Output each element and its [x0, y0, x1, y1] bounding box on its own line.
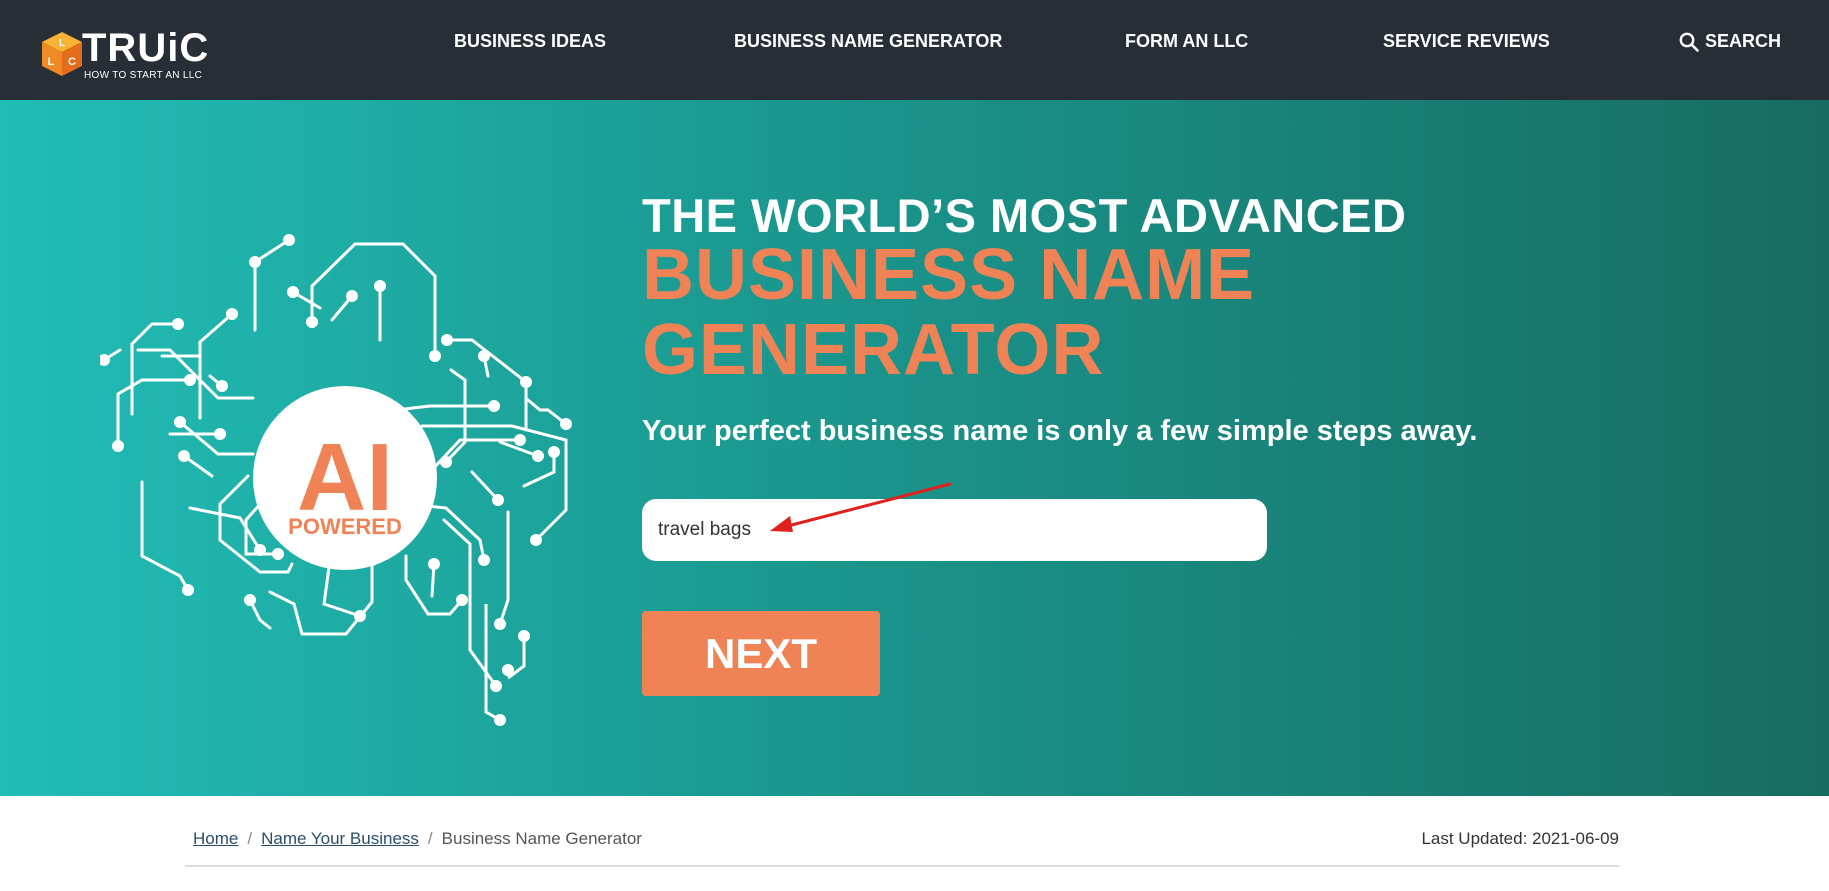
truic-logo[interactable]: L L C TRUiC HOW TO START AN LLC — [40, 24, 220, 82]
nav-search[interactable]: SEARCH — [1679, 31, 1781, 52]
logo-brand: TRUiC — [82, 26, 210, 70]
headline-line-2: GENERATOR — [642, 310, 1105, 390]
last-updated: Last Updated: 2021-06-09 — [1421, 829, 1619, 848]
logo-cube-icon: L L C — [42, 32, 82, 76]
breadcrumb-home[interactable]: Home — [193, 829, 238, 848]
magnifier-icon — [1679, 32, 1699, 52]
headline-main: BUSINESS NAME GENERATOR — [642, 238, 1255, 388]
headline-line-1: BUSINESS NAME — [642, 235, 1256, 315]
next-button[interactable]: NEXT — [642, 611, 880, 696]
nav-business-name-generator[interactable]: BUSINESS NAME GENERATOR — [734, 31, 1002, 52]
cube-letter-top: L — [59, 38, 65, 49]
business-keyword-input[interactable] — [642, 499, 1267, 561]
powered-badge-text: POWERED — [288, 514, 402, 539]
logo-tagline: HOW TO START AN LLC — [84, 70, 203, 81]
breadcrumb-separator: / — [427, 829, 433, 848]
cube-letter-right: C — [68, 56, 76, 68]
nav-form-an-llc[interactable]: FORM AN LLC — [1125, 31, 1248, 52]
divider — [185, 865, 1619, 867]
breadcrumb: Home / Name Your Business / Business Name Ge… — [193, 829, 642, 849]
breadcrumb-name-your-business[interactable]: Name Your Business — [261, 829, 419, 848]
breadcrumb-current: Business Name Generator — [441, 829, 642, 848]
breadcrumb-separator: / — [247, 829, 253, 848]
hero-subhead: Your perfect business name is only a few… — [642, 415, 1478, 447]
nav-service-reviews[interactable]: SERVICE REVIEWS — [1383, 31, 1550, 52]
hero-section: AI POWERED THE WORLD’S MOST ADVANCED BUS… — [0, 100, 1829, 796]
top-navigation: L L C TRUiC HOW TO START AN LLC BUSINESS… — [0, 0, 1829, 100]
cube-letter-left: L — [48, 56, 55, 68]
nav-business-ideas[interactable]: BUSINESS IDEAS — [454, 31, 606, 52]
ai-brain-illustration: AI POWERED — [100, 234, 572, 726]
nav-search-label: SEARCH — [1705, 31, 1782, 51]
